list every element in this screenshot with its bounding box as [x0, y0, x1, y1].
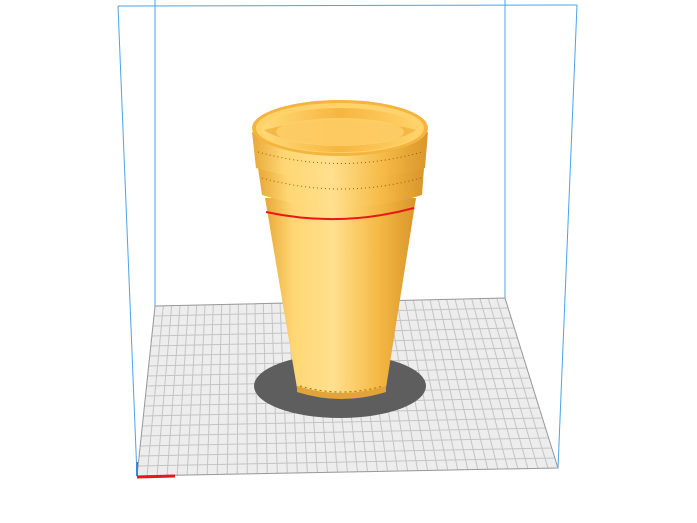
3d-viewport[interactable] — [0, 0, 697, 523]
scene-svg[interactable] — [0, 0, 697, 523]
grid-line-v — [246, 303, 248, 474]
cup-interior-bottom — [276, 118, 404, 146]
